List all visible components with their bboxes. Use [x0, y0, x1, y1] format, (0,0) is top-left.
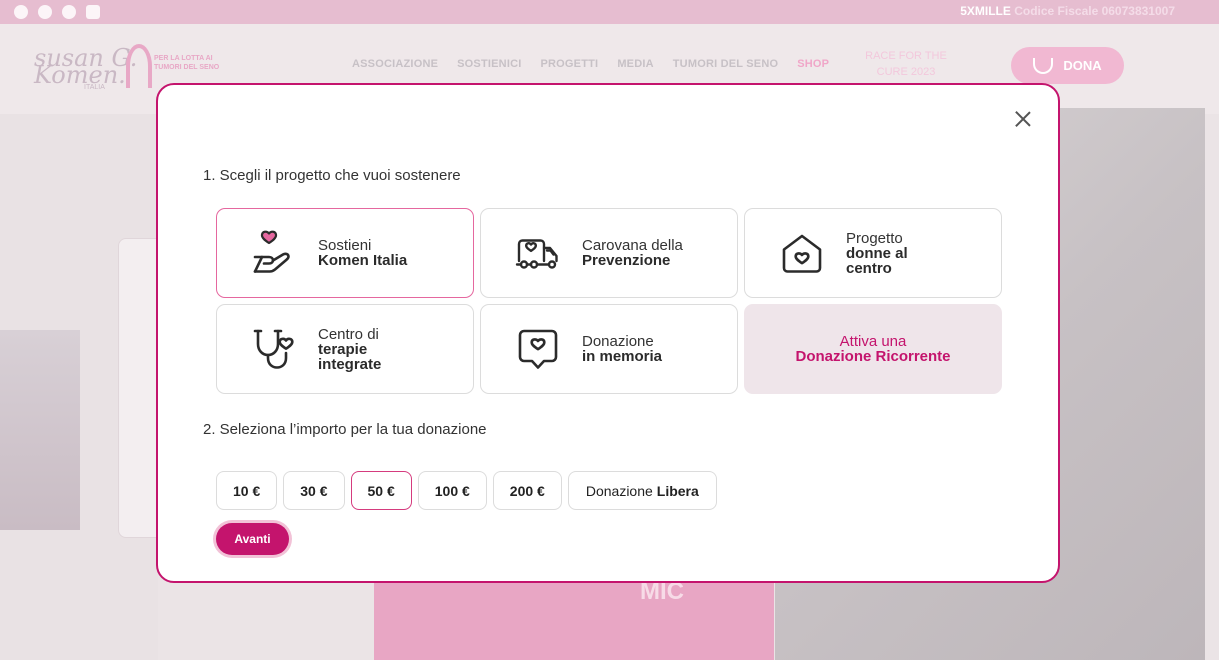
ribbon-icon [126, 44, 152, 88]
amount-100-button[interactable]: 100 € [417, 471, 487, 510]
amount-options: 10 € 30 € 50 € 100 € 200 € Donazione Lib… [216, 471, 717, 510]
donation-modal: 1. Scegli il progetto che vuoi sostenere… [156, 83, 1060, 583]
twitter-icon[interactable] [62, 5, 76, 19]
hand-heart-icon [253, 230, 290, 273]
youtube-icon[interactable] [86, 5, 100, 19]
nav-item-media[interactable]: MEDIA [617, 58, 653, 70]
van-heart-icon [515, 239, 558, 269]
project-card-centro-terapie[interactable]: Centro di terapie integrate [216, 304, 474, 394]
next-button[interactable]: Avanti [216, 523, 289, 555]
recurring-donation-card[interactable]: Attiva una Donazione Ricorrente [744, 304, 1002, 394]
amount-200-button[interactable]: 200 € [492, 471, 562, 510]
chat-heart-icon [518, 329, 558, 369]
project-card-donne-al-centro[interactable]: Progetto donne al centro [744, 208, 1002, 298]
house-heart-icon [782, 234, 822, 273]
dona-button[interactable]: DONA [1011, 47, 1124, 84]
nav-item-shop[interactable]: SHOP [797, 58, 829, 70]
free-amount-button[interactable]: Donazione Libera [567, 471, 717, 510]
amount-10-button[interactable]: 10 € [216, 471, 278, 510]
nav-menu: ASSOCIAZIONE SOSTIENICI PROGETTI MEDIA T… [352, 58, 829, 70]
project-card-carovana[interactable]: Carovana della Prevenzione [480, 208, 738, 298]
instagram-icon[interactable] [38, 5, 52, 19]
project-grid: Sostieni Komen Italia Carovana della Pre… [216, 208, 1004, 396]
amount-50-button[interactable]: 50 € [350, 471, 412, 510]
top-bar: 5XMILLE Codice Fiscale 06073831007 [0, 0, 1219, 24]
close-icon[interactable] [1015, 111, 1031, 127]
stethoscope-heart-icon [253, 329, 294, 369]
amount-30-button[interactable]: 30 € [283, 471, 345, 510]
project-card-komen-italia[interactable]: Sostieni Komen Italia [216, 208, 474, 298]
tax-code: 5XMILLE Codice Fiscale 06073831007 [960, 4, 1175, 18]
step2-title: 2. Seleziona l’importo per la tua donazi… [203, 421, 487, 438]
nav-item-tumori[interactable]: TUMORI DEL SENO [673, 58, 778, 70]
background-photo-left [0, 330, 80, 530]
facebook-icon[interactable] [14, 5, 28, 19]
hand-heart-icon [1033, 57, 1054, 74]
nav-item-progetti[interactable]: PROGETTI [540, 58, 598, 70]
nav-item-associazione[interactable]: ASSOCIAZIONE [352, 58, 438, 70]
step1-title: 1. Scegli il progetto che vuoi sostenere [203, 167, 461, 184]
social-links [14, 5, 100, 19]
nav-item-sostienici[interactable]: SOSTIENICI [457, 58, 521, 70]
nav-item-race[interactable]: RACE FOR THE CURE 2023 [858, 48, 954, 80]
project-card-in-memoria[interactable]: Donazione in memoria [480, 304, 738, 394]
